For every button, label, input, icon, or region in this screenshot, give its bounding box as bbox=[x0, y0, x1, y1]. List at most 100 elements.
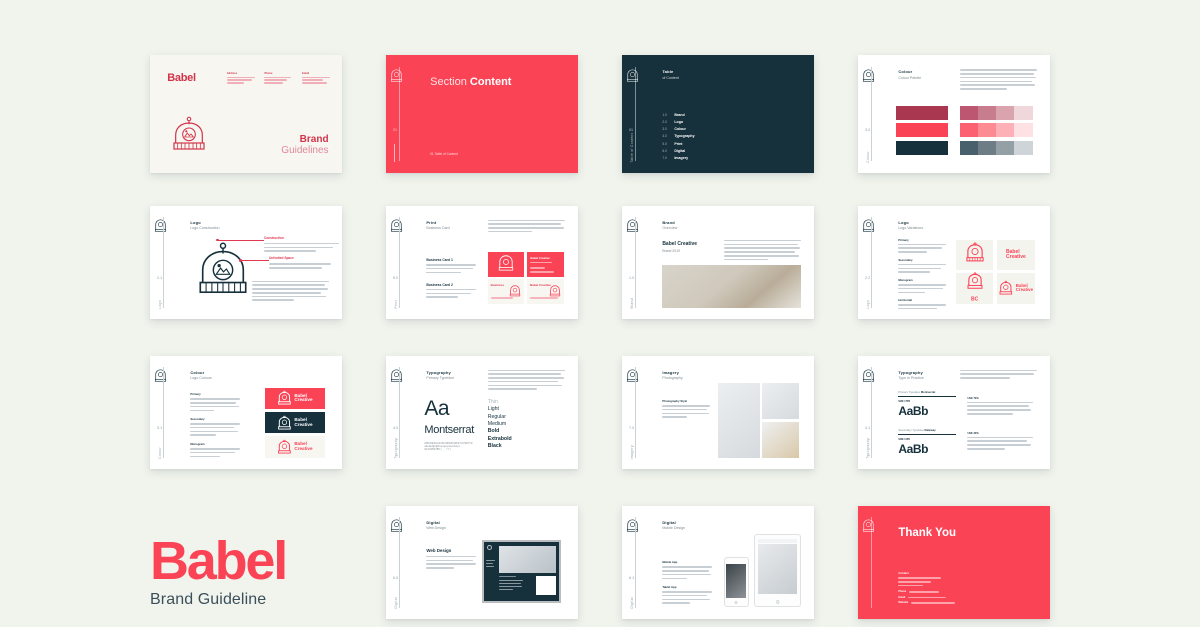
slide-imagery[interactable]: 7.0 Imagery Imagery Photography Photogra… bbox=[622, 356, 814, 469]
type-pairing-note-2: USE 30% bbox=[967, 431, 1033, 452]
toc-item[interactable]: 7.0 Imagery bbox=[662, 156, 694, 160]
note-label: Photography Style bbox=[662, 398, 688, 403]
slide-rail: 6.1 Digital bbox=[622, 506, 655, 619]
toc-item-label: Digital bbox=[674, 148, 686, 153]
slide-rail bbox=[858, 506, 891, 619]
slide-business-card[interactable]: 5.0 Print Print Business Card Business C… bbox=[386, 206, 578, 319]
wordmark-line2: Creative bbox=[1006, 254, 1026, 261]
slide-thank-you[interactable]: Thank You Contact Phone Email Website bbox=[858, 506, 1050, 619]
slide-vertical-label: Colour bbox=[158, 447, 163, 459]
slide-logo-variations[interactable]: 2.2 Logo Logo Logo Variations Primary Se… bbox=[858, 206, 1050, 319]
body-paragraph bbox=[251, 280, 329, 304]
slide-heading: Typography Primary Typeface bbox=[426, 370, 454, 381]
toc-item-label: Logo bbox=[674, 120, 684, 124]
note-label: Primary bbox=[898, 237, 909, 242]
monogram-label: BC bbox=[971, 296, 979, 303]
card-section-label: Business Card 1 bbox=[426, 257, 453, 262]
note-label: USE 30% bbox=[967, 431, 979, 435]
logo-mark-icon bbox=[626, 218, 639, 233]
heading-primary: Typography bbox=[426, 369, 451, 375]
weight-light: Light bbox=[487, 406, 499, 413]
card-name: Babel Creative bbox=[530, 255, 550, 260]
babel-dome-logo-icon bbox=[169, 113, 209, 158]
slide-number: 4.1 bbox=[865, 426, 871, 431]
slide-section-divider[interactable]: 01 Section Content 01 Table of Content bbox=[386, 55, 578, 173]
logo-mark-icon bbox=[862, 368, 875, 383]
lockup-line2: Creative bbox=[294, 397, 313, 403]
heading-primary: Typography bbox=[898, 369, 923, 375]
typeface-glyphs: ABCDEFGHIJKLMNOPQRSTUVWXYZ abcdefghijklm… bbox=[424, 441, 473, 451]
business-card-alt-front: Business bbox=[487, 279, 525, 305]
body-paragraph bbox=[959, 369, 1037, 381]
toc-item[interactable]: 4.0 Typography bbox=[662, 134, 694, 138]
thank-you-title: Thank You bbox=[898, 527, 957, 540]
home-button-icon bbox=[734, 601, 738, 605]
imagery-notes: Photography Style bbox=[662, 398, 711, 420]
slide-vertical-label: Digital bbox=[630, 597, 635, 609]
row-size: SIZE 11PX bbox=[898, 438, 911, 442]
slide-brand-overview[interactable]: 1.0 Brand Brand Overview Babel Creative … bbox=[622, 206, 814, 319]
slide-vertical-label: Print bbox=[394, 300, 399, 309]
heading-primary: Brand bbox=[662, 219, 675, 225]
variation-notes: Primary Secondary Monogram Horizontal bbox=[898, 237, 947, 312]
heading-secondary: Business Card bbox=[426, 226, 450, 231]
slide-number: 1.0 bbox=[629, 276, 635, 281]
heading-secondary: Logo Variations bbox=[898, 226, 924, 231]
type-pairing-note-1: USE 70% bbox=[967, 397, 1033, 417]
slide-type-pairing[interactable]: 4.1 Typography Typography Type in Practi… bbox=[858, 356, 1050, 469]
card-name: Business bbox=[490, 283, 504, 288]
heading-secondary: Logo Construction bbox=[190, 226, 220, 231]
logo-mark-icon bbox=[154, 218, 167, 233]
row-label: Primary Typeface bbox=[898, 389, 921, 394]
toc-item-label: Print bbox=[674, 141, 683, 146]
slide-web-design[interactable]: 6.0 Digital Digital Web Design Web Desig… bbox=[386, 506, 578, 619]
section-footer: 01 Table of Content bbox=[430, 152, 458, 157]
toc-item[interactable]: 1.0 Brand bbox=[662, 113, 694, 117]
slide-heading: Colour Logo Colours bbox=[190, 370, 211, 381]
toc-item[interactable]: 3.0 Colour bbox=[662, 127, 694, 131]
note-label: Secondary bbox=[898, 257, 913, 262]
row-value: Raleway bbox=[924, 428, 936, 433]
contact-label: Contact bbox=[898, 571, 909, 576]
imagery-photo-large bbox=[718, 383, 761, 458]
toc-item[interactable]: 6.0 Digital bbox=[662, 149, 694, 153]
section-title: Section Content bbox=[430, 76, 511, 88]
slide-table-of-content[interactable]: 01 Table of Content Table of Content 1.0… bbox=[622, 55, 814, 173]
slide-heading: Table of Content bbox=[662, 69, 679, 80]
slide-vertical-label: Table of Content bbox=[630, 132, 635, 163]
body-paragraph bbox=[487, 369, 565, 393]
slide-cover[interactable]: Babel Address Phone Email Brand Guidelin… bbox=[150, 55, 342, 173]
typeface-name: Montserrat bbox=[424, 423, 474, 436]
toc-item-label: Colour bbox=[674, 127, 686, 132]
slide-typography[interactable]: 4.0 Typography Typography Primary Typefa… bbox=[386, 356, 578, 469]
slide-heading: Logo Logo Construction bbox=[190, 220, 219, 231]
slide-logo-colours[interactable]: 3.1 Colour Colour Logo Colours Primary S… bbox=[150, 356, 342, 469]
slide-number: 2.2 bbox=[865, 276, 871, 281]
heading-secondary: Type in Practice bbox=[898, 376, 924, 381]
cover-contact-columns: Address Phone Email bbox=[226, 72, 331, 86]
heading-secondary: Logo Colours bbox=[190, 376, 212, 381]
card-section-1: Business Card 1 bbox=[426, 257, 477, 275]
slide-logo-construction[interactable]: 2.1 Logo Logo Logo Construction Construc… bbox=[150, 206, 342, 319]
brand-subtitle: Brand 2019 bbox=[662, 248, 680, 253]
slide-heading: Colour Colour Palette bbox=[898, 69, 921, 80]
slide-colour-palette[interactable]: 3.0 Colour Colour Colour Palette bbox=[858, 55, 1050, 173]
slide-vertical-label: Typography bbox=[866, 438, 871, 459]
web-design-notes: Web Design bbox=[426, 547, 477, 571]
footer-brand-block: Babel Brand Guideline bbox=[150, 534, 288, 609]
slide-mobile-design[interactable]: 6.1 Digital Digital Mobile Design Mobile… bbox=[622, 506, 814, 619]
logo-construction-diagram bbox=[194, 238, 252, 305]
logo-tile-wordmark: Babel Creative bbox=[997, 239, 1035, 271]
web-mockup bbox=[482, 539, 561, 604]
swatch-maroon bbox=[896, 105, 949, 120]
note-label: Horizontal bbox=[898, 298, 912, 303]
callout-label: Construction bbox=[263, 235, 284, 240]
slide-vertical-label: Logo bbox=[158, 300, 163, 309]
toc-item[interactable]: 5.0 Print bbox=[662, 142, 694, 146]
slide-rail: 4.0 Typography bbox=[386, 356, 419, 469]
slide-heading: Typography Type in Practice bbox=[898, 370, 924, 381]
phone-label: Phone bbox=[898, 590, 907, 594]
toc-item[interactable]: 2.0 Logo bbox=[662, 120, 694, 124]
section-title: Web Design bbox=[426, 547, 452, 553]
logo-mark-icon bbox=[626, 68, 639, 82]
